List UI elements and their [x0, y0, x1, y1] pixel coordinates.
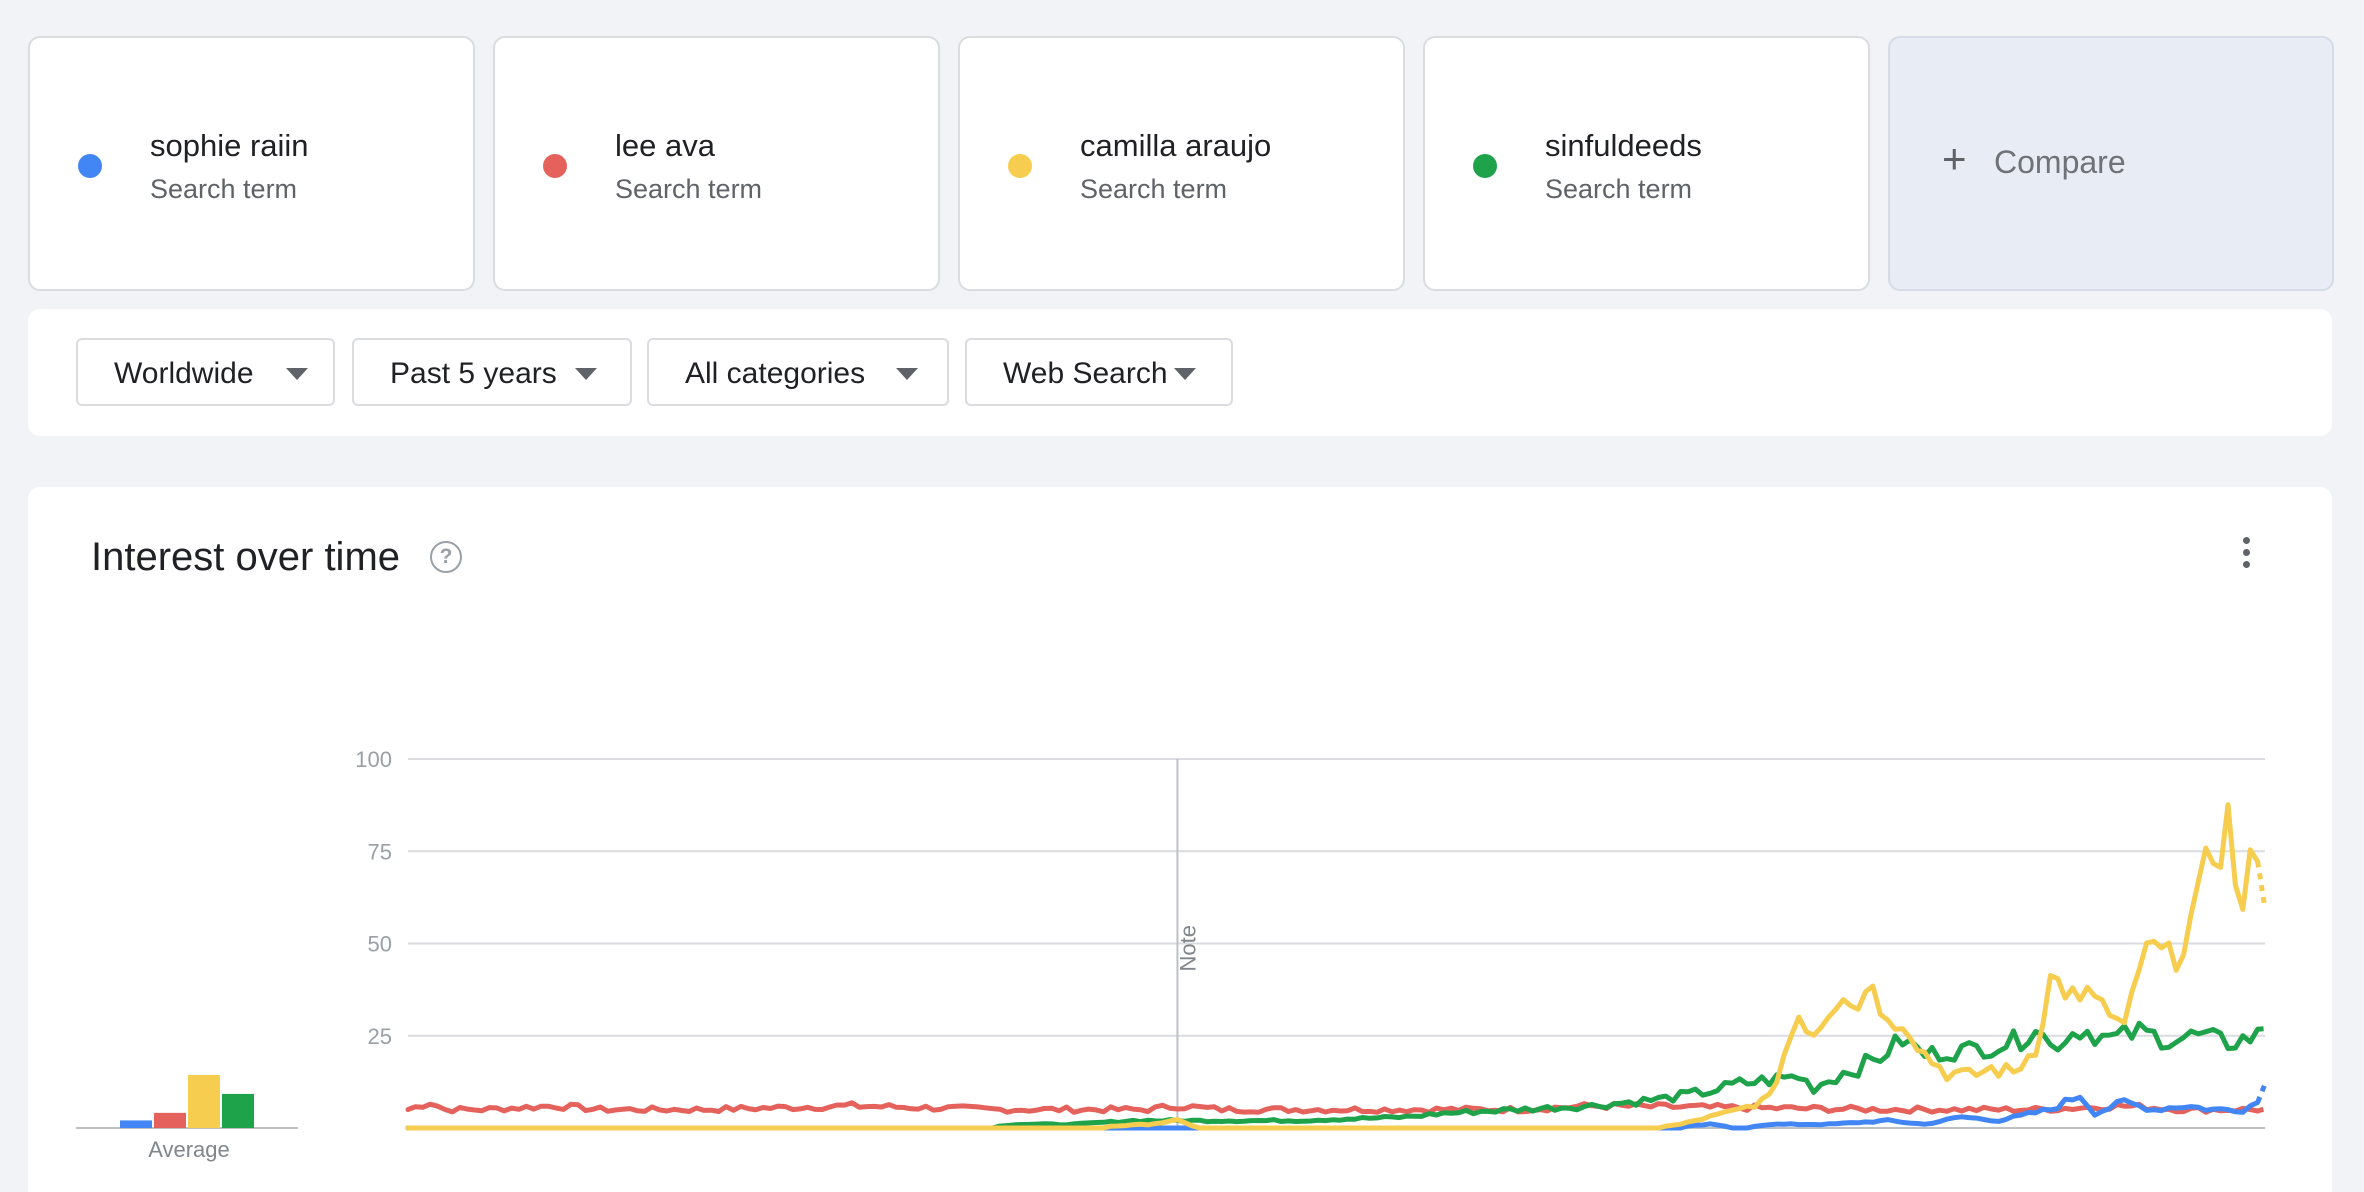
category-dropdown-label: All categories	[685, 357, 866, 390]
time-range-dropdown-label: Past 5 years	[390, 357, 557, 390]
term-color-dot	[1473, 154, 1497, 178]
region-dropdown-label: Worldwide	[114, 357, 254, 390]
term-color-dot	[543, 154, 567, 178]
search-type-dropdown[interactable]: Web Search	[965, 338, 1233, 406]
interest-over-time-panel: Interest over time ? 25 50 75 100 Note Averag…	[28, 487, 2332, 1192]
search-type-dropdown-label: Web Search	[1003, 357, 1168, 390]
compare-label: Compare	[1994, 144, 2126, 180]
series-line-lee-ava	[405, 1100, 2261, 1115]
series-partial-camilla-araujo	[2255, 861, 2268, 909]
average-label: Average	[148, 1137, 230, 1162]
interest-chart: 25 50 75 100 Note Average	[76, 747, 2268, 1162]
term-color-dot	[1008, 154, 1032, 178]
term-name: camilla araujo	[1080, 128, 1272, 163]
term-card-sinfuldeeds[interactable]: sinfuldeeds Search term	[1423, 36, 1870, 291]
term-type: Search term	[1545, 174, 1693, 204]
search-terms-row: sophie raiin Search term lee ava Search …	[28, 36, 2334, 291]
term-name: sophie raiin	[150, 128, 309, 163]
series-line-camilla-araujo	[405, 802, 2261, 1131]
y-tick-label: 75	[368, 839, 392, 864]
compare-button[interactable]: + Compare	[1888, 36, 2334, 291]
term-type: Search term	[1080, 174, 1228, 204]
term-type: Search term	[615, 174, 763, 204]
series-partial-lee-ava	[2256, 1106, 2266, 1114]
caret-down-icon	[575, 368, 597, 380]
average-bar-lee-ava	[154, 1112, 186, 1128]
term-card-sophie-raiin[interactable]: sophie raiin Search term	[28, 36, 475, 291]
y-tick-label: 50	[368, 932, 392, 957]
term-name: sinfuldeeds	[1545, 128, 1702, 163]
time-range-dropdown[interactable]: Past 5 years	[352, 338, 632, 406]
average-bar-sophie-raiin	[120, 1120, 152, 1128]
category-dropdown[interactable]: All categories	[647, 338, 949, 406]
term-name: lee ava	[615, 128, 715, 163]
plus-icon: +	[1942, 135, 1967, 182]
term-card-lee-ava[interactable]: lee ava Search term	[493, 36, 940, 291]
term-color-dot	[78, 154, 102, 178]
region-dropdown[interactable]: Worldwide	[76, 338, 335, 406]
term-type: Search term	[150, 174, 298, 204]
term-card-camilla-araujo[interactable]: camilla araujo Search term	[958, 36, 1405, 291]
filter-bar: Worldwide Past 5 years All categories We…	[28, 309, 2332, 436]
caret-down-icon	[896, 368, 918, 380]
average-bar-sinfuldeeds	[222, 1093, 254, 1128]
series-partial-sinfuldeeds	[2257, 1026, 2266, 1032]
caret-down-icon	[1174, 368, 1196, 380]
series-partial-sophie-raiin	[2255, 1083, 2268, 1104]
average-bar-camilla-araujo	[188, 1075, 220, 1128]
y-tick-label: 25	[368, 1024, 392, 1049]
caret-down-icon	[286, 368, 308, 380]
note-label: Note	[1175, 925, 1200, 971]
y-tick-label: 100	[355, 747, 392, 772]
